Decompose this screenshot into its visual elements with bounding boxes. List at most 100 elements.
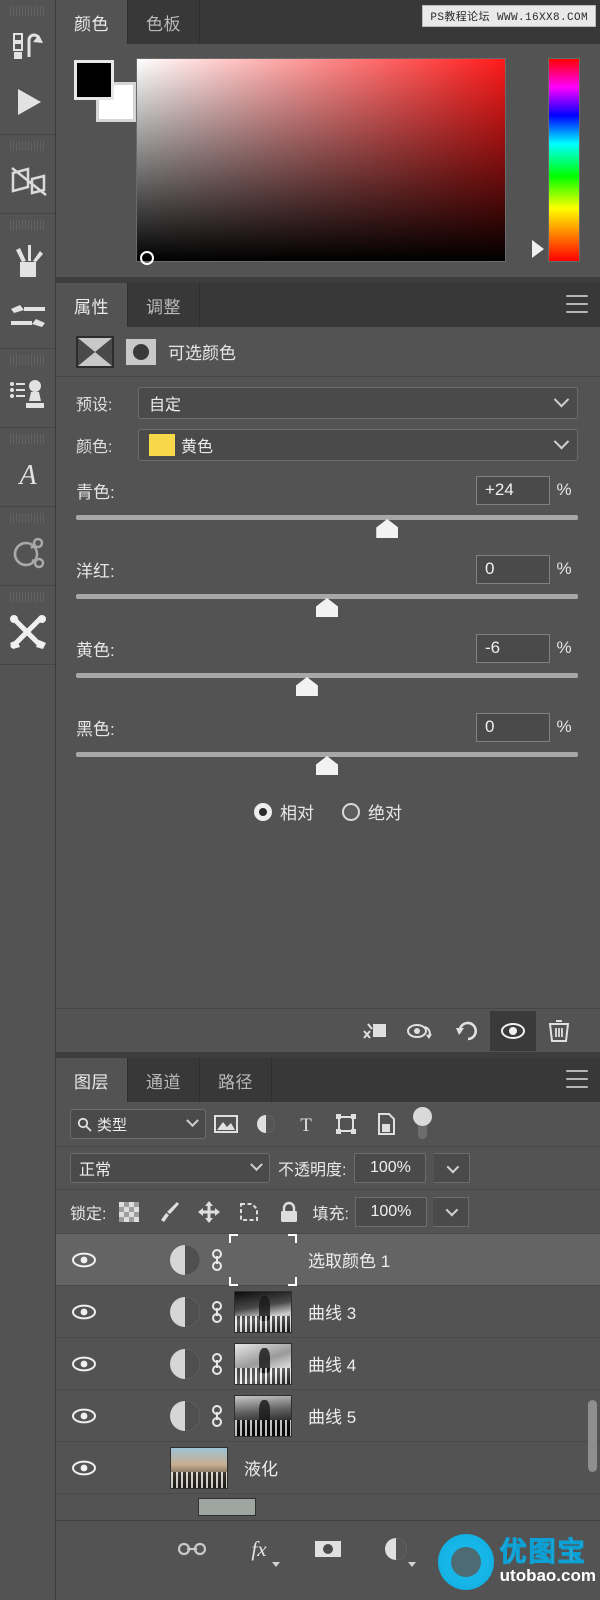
adjustment-filter-icon[interactable] (246, 1107, 286, 1141)
tab-channels[interactable]: 通道 (128, 1058, 200, 1102)
saturation-value-field[interactable] (136, 58, 506, 265)
layer-thumbnail[interactable] (234, 1290, 292, 1333)
toolbar-grip-6[interactable] (10, 513, 44, 523)
lock-label: 锁定: (70, 1205, 107, 1223)
table-row[interactable]: 选取颜色 1 (56, 1233, 600, 1286)
toolbar-grip-4[interactable] (10, 355, 44, 365)
tab-paths[interactable]: 路径 (200, 1058, 272, 1102)
slider-yellow-value[interactable]: -6 (476, 633, 550, 663)
mask-link-icon[interactable] (200, 1351, 234, 1377)
layer-visibility-icon[interactable] (56, 1251, 112, 1269)
visibility-button[interactable] (490, 1010, 536, 1051)
toolbar-grip-7[interactable] (10, 592, 44, 602)
lock-transparency-icon[interactable] (112, 1197, 146, 1227)
adjustment-layer-icon[interactable] (170, 1296, 200, 1327)
type-filter-icon[interactable]: T (286, 1107, 326, 1141)
fill-label: 填充: (312, 1205, 349, 1223)
slider-yellow-track-area[interactable] (76, 670, 578, 698)
layer-mask-thumbnail[interactable] (229, 1233, 297, 1286)
tab-layers[interactable]: 图层 (56, 1058, 128, 1102)
preview-toggle-button[interactable] (398, 1011, 444, 1051)
slider-black-value[interactable]: 0 (476, 712, 550, 742)
hue-slider[interactable] (548, 58, 580, 262)
color-select[interactable]: 黄色 (138, 429, 578, 461)
slider-black-thumb[interactable] (316, 756, 338, 775)
fill-stepper[interactable] (432, 1196, 469, 1227)
layer-visibility-icon[interactable] (56, 1459, 112, 1477)
clip-to-layer-button[interactable] (352, 1011, 398, 1051)
shape-filter-icon[interactable] (326, 1107, 366, 1141)
slider-magenta-track-area[interactable] (76, 591, 578, 619)
play-action-tool[interactable] (0, 74, 56, 130)
layer-visibility-icon[interactable] (56, 1355, 112, 1373)
properties-panel-menu-icon[interactable] (566, 295, 588, 313)
new-adjustment-layer-button[interactable] (376, 1529, 416, 1569)
delete-button[interactable] (536, 1011, 582, 1051)
layer-thumbnail[interactable] (234, 1394, 292, 1437)
table-row[interactable]: 曲线 4 (56, 1338, 600, 1390)
adjustment-layer-icon[interactable] (170, 1400, 200, 1431)
tab-color[interactable]: 颜色 (56, 0, 128, 44)
foreground-color-swatch[interactable] (74, 60, 114, 100)
slider-cyan-value[interactable]: +24 (476, 475, 550, 505)
reset-button[interactable] (444, 1011, 490, 1051)
color-picker-cursor (140, 251, 154, 265)
tab-properties[interactable]: 属性 (56, 283, 128, 327)
filter-type-select[interactable]: 类型 (70, 1109, 206, 1139)
layer-style-button[interactable]: fx (240, 1529, 280, 1569)
lock-image-icon[interactable] (152, 1197, 186, 1227)
smartobject-filter-icon[interactable] (366, 1107, 406, 1141)
layer-thumbnail[interactable] (234, 1342, 292, 1385)
watermark-bottom: 优图宝 utobao.com (437, 1534, 596, 1590)
toolbar-grip-5[interactable] (10, 434, 44, 444)
adjustment-thumbnail-icon[interactable] (126, 338, 156, 365)
lock-all-icon[interactable] (272, 1197, 306, 1227)
layer-thumbnail[interactable] (170, 1446, 228, 1489)
history-actions-tool[interactable] (0, 18, 56, 74)
layer-mask-thumbnail-icon[interactable] (76, 335, 114, 368)
slider-magenta-value[interactable]: 0 (476, 554, 550, 584)
clone-stamp-tool[interactable] (0, 367, 56, 423)
brush-holder-tool[interactable] (0, 232, 56, 288)
tab-swatches[interactable]: 色板 (128, 0, 200, 44)
blend-mode-select[interactable]: 正常 (70, 1153, 270, 1183)
layers-panel-menu-icon[interactable] (566, 1070, 588, 1088)
adjustment-layer-icon[interactable] (170, 1348, 200, 1379)
slider-magenta-thumb[interactable] (316, 598, 338, 617)
slider-black-track-area[interactable] (76, 749, 578, 777)
3d-tool[interactable] (0, 525, 56, 581)
layer-visibility-icon[interactable] (56, 1303, 112, 1321)
pixel-filter-icon[interactable] (206, 1107, 246, 1141)
preset-select[interactable]: 自定 (138, 387, 578, 419)
table-row[interactable]: 液化 (56, 1442, 600, 1494)
type-tool[interactable]: A (0, 446, 56, 502)
opacity-value[interactable]: 100% (354, 1153, 427, 1183)
layer-row-partial[interactable] (56, 1494, 600, 1520)
edit-toolbar-tool[interactable] (0, 604, 56, 660)
tab-adjustments[interactable]: 调整 (128, 283, 200, 327)
slider-yellow-thumb[interactable] (295, 677, 318, 696)
lock-position-icon[interactable] (192, 1197, 226, 1227)
filter-enable-toggle[interactable] (412, 1107, 432, 1141)
layer-visibility-icon[interactable] (56, 1407, 112, 1425)
radio-relative[interactable]: 相对 (254, 799, 314, 824)
toolbar-grip-3[interactable] (10, 220, 44, 230)
paint-tools[interactable] (0, 288, 56, 344)
slice-tool[interactable] (0, 153, 56, 209)
radio-absolute[interactable]: 绝对 (342, 799, 402, 824)
adjustment-layer-icon[interactable] (170, 1244, 200, 1275)
lock-artboard-icon[interactable] (232, 1197, 266, 1227)
fill-value[interactable]: 100% (354, 1196, 427, 1227)
table-row[interactable]: 曲线 3 (56, 1286, 600, 1338)
add-mask-button[interactable] (308, 1529, 348, 1569)
opacity-stepper[interactable] (434, 1153, 471, 1183)
table-row[interactable]: 曲线 5 (56, 1390, 600, 1472)
slider-cyan-thumb[interactable] (376, 519, 399, 538)
mask-link-icon[interactable] (200, 1403, 234, 1429)
link-layers-button[interactable] (172, 1529, 212, 1569)
mask-link-icon[interactable] (200, 1247, 234, 1273)
toolbar-grip[interactable] (10, 6, 44, 16)
slider-cyan-track-area[interactable] (76, 512, 578, 540)
toolbar-grip-2[interactable] (10, 141, 44, 151)
mask-link-icon[interactable] (200, 1299, 234, 1325)
